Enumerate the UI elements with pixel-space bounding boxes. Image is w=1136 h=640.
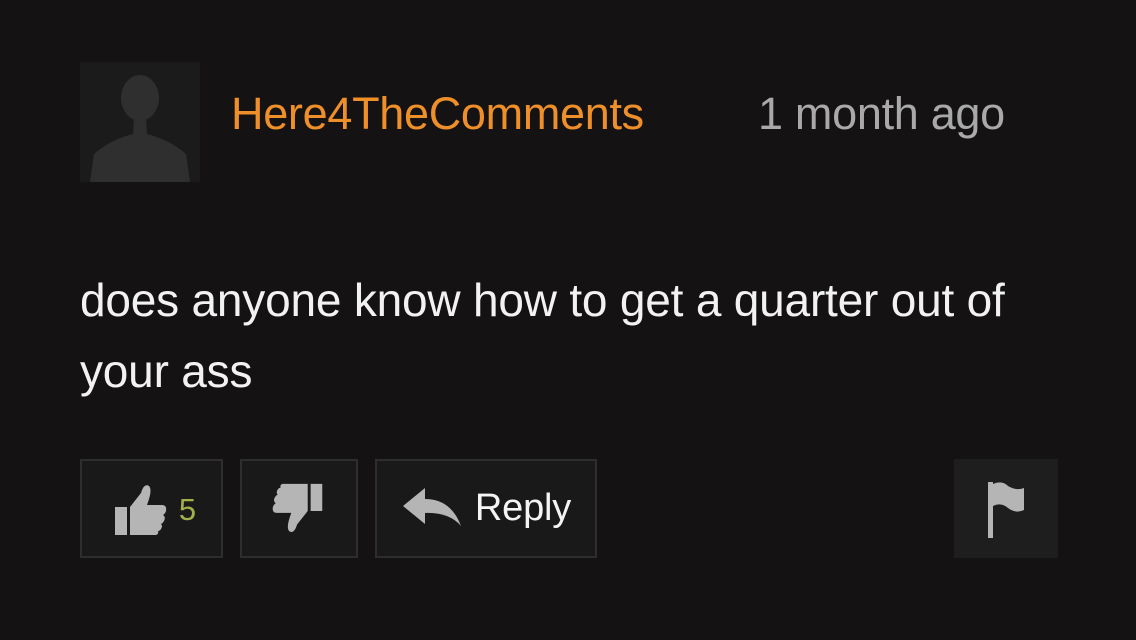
reply-button[interactable]: Reply [375, 459, 597, 558]
comment-username[interactable]: Here4TheComments [231, 86, 644, 142]
flag-button[interactable] [954, 459, 1058, 558]
thumbs-up-icon [107, 477, 171, 541]
thumbs-down-icon [268, 478, 330, 540]
avatar[interactable] [80, 62, 200, 182]
dislike-button[interactable] [240, 459, 358, 558]
comment-card: Here4TheComments 1 month ago does anyone… [0, 0, 1136, 640]
comment-timestamp: 1 month ago [758, 88, 1005, 139]
flag-icon [984, 478, 1028, 540]
user-silhouette-icon [80, 62, 200, 182]
like-count: 5 [178, 491, 197, 527]
comment-text: does anyone know how to get a quarter ou… [80, 274, 1005, 397]
like-button[interactable]: 5 [80, 459, 223, 558]
reply-label: Reply [474, 487, 572, 529]
reply-arrow-icon [401, 486, 463, 532]
